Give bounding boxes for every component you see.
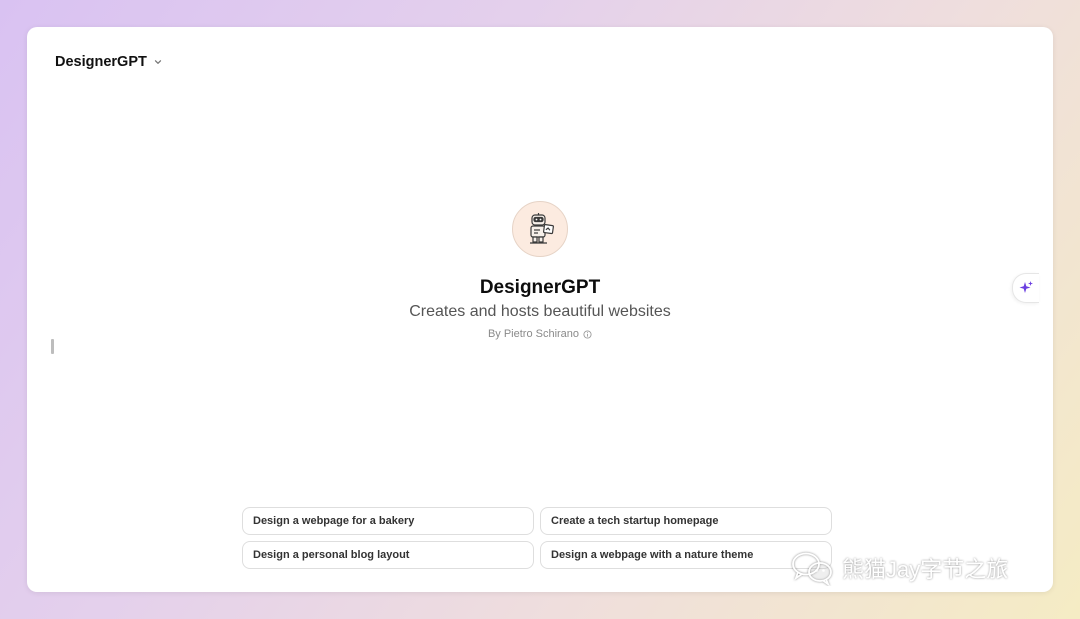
- wechat-icon: [792, 552, 832, 586]
- gpt-intro: DesignerGPT Creates and hosts beautiful …: [27, 201, 1053, 340]
- chevron-down-icon: [154, 60, 162, 64]
- gpt-avatar: [512, 201, 568, 257]
- gpt-description: Creates and hosts beautiful websites: [409, 303, 671, 320]
- info-icon[interactable]: [583, 329, 592, 339]
- robot-artist-icon: [530, 213, 554, 244]
- app-window: DesignerGPT DesignerGPT Creates and host…: [27, 27, 1053, 592]
- gpt-author-text: By Pietro Schirano: [487, 328, 580, 340]
- suggestion-personal-blog[interactable]: Design a personal blog layout: [242, 541, 534, 569]
- watermark: 熊猫Jay字节之旅: [790, 550, 1008, 586]
- suggestion-bakery[interactable]: Design a webpage for a bakery: [242, 507, 534, 535]
- model-name: DesignerGPT: [55, 54, 147, 70]
- sparkles-icon: [1019, 281, 1033, 293]
- suggestion-grid: Design a webpage for a bakery Create a t…: [242, 507, 832, 569]
- gpt-author: By Pietro Schirano: [488, 328, 592, 340]
- model-selector[interactable]: DesignerGPT: [55, 54, 163, 70]
- gpt-title: DesignerGPT: [479, 277, 601, 298]
- watermark-text: 熊猫Jay字节之旅: [842, 557, 1009, 582]
- sidebar-resize-handle[interactable]: [51, 339, 54, 354]
- suggestion-tech-startup[interactable]: Create a tech startup homepage: [540, 507, 832, 535]
- suggestion-nature-theme[interactable]: Design a webpage with a nature theme: [540, 541, 832, 569]
- sparkle-button[interactable]: [1012, 273, 1039, 303]
